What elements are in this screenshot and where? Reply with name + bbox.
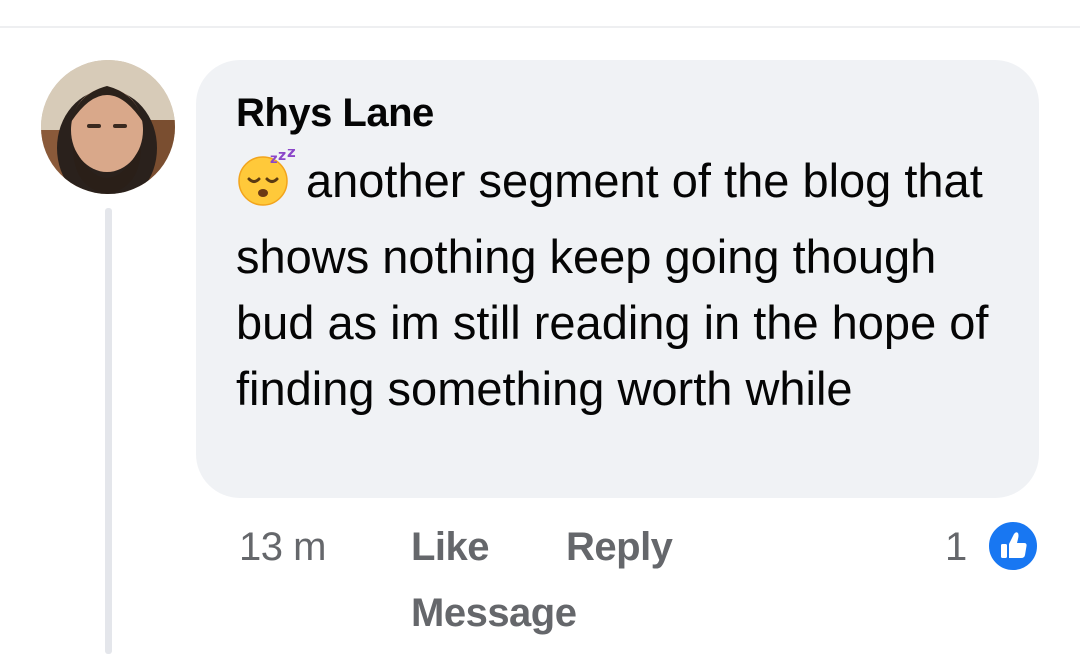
message-button[interactable]: Message [411, 588, 577, 638]
svg-text:z: z [278, 149, 286, 164]
avatar-photo [41, 60, 175, 194]
sleeping-face-icon: z z z [236, 143, 298, 224]
thread-line [105, 208, 112, 654]
like-button[interactable]: Like [411, 522, 490, 572]
author-name[interactable]: Rhys Lane [236, 90, 1009, 136]
comment-timestamp[interactable]: 13 m [239, 522, 326, 572]
comment-text-container: z z z another segment of the blog that s… [236, 143, 1016, 422]
comment-bubble: Rhys Lane z z z another segment of the b… [196, 60, 1039, 498]
svg-text:z: z [270, 152, 278, 167]
comment: Rhys Lane z z z another segment of the b… [0, 0, 1080, 654]
reply-button[interactable]: Reply [566, 522, 673, 572]
svg-text:z: z [287, 149, 296, 161]
comment-text: another segment of the blog that shows n… [236, 154, 989, 415]
avatar[interactable] [41, 60, 175, 194]
like-icon[interactable] [986, 519, 1040, 573]
reaction-count[interactable]: 1 [945, 522, 967, 572]
